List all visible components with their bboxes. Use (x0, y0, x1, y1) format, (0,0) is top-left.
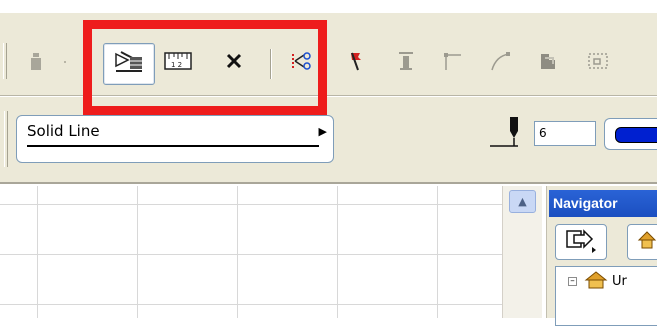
tree-collapse-toggle[interactable]: – (568, 277, 577, 286)
toolbar-grip[interactable] (4, 111, 8, 167)
cross-marker-icon (224, 51, 244, 75)
line-type-label: Solid Line (27, 122, 100, 140)
house-icon (636, 229, 657, 255)
toolbar-separator (270, 49, 272, 79)
vertical-scrollbar[interactable]: ▲ (502, 186, 542, 318)
line-type-dropdown[interactable]: Solid Line ▶ (16, 115, 334, 163)
dimension-tool-button[interactable]: 1 2 (160, 45, 196, 81)
navigator-project-button[interactable] (627, 224, 657, 260)
top-strip (0, 0, 657, 12)
fill-object-button[interactable] (530, 45, 566, 81)
chevron-up-icon: ▲ (518, 195, 527, 208)
flag-pen-button[interactable] (338, 45, 374, 81)
pen-icon (490, 117, 530, 154)
dimension-ruler-icon: 1 2 (163, 50, 193, 76)
hatch-tool-button[interactable] (103, 43, 155, 85)
marquee-select-button[interactable] (580, 45, 616, 81)
figure-tool-icon (26, 50, 46, 76)
navigator-tree: – Ur (555, 266, 657, 326)
tool-toolbar: 1 2 (0, 12, 657, 96)
elevation-tool-button[interactable] (388, 45, 424, 81)
elevation-marker-icon (396, 50, 416, 76)
scroll-up-button[interactable]: ▲ (509, 190, 536, 213)
arc-line-button[interactable] (482, 45, 518, 81)
svg-text:1 2: 1 2 (171, 61, 182, 69)
hotspot-tool-button[interactable] (216, 45, 252, 81)
dropdown-arrow-icon: ▶ (318, 125, 327, 138)
tree-house-icon (584, 270, 608, 294)
export-arrow-icon (564, 227, 598, 257)
pen-number-input[interactable]: 6 (534, 121, 596, 146)
dot-divider (64, 61, 66, 63)
pen-weight-indicator (490, 116, 530, 150)
navigator-export-button[interactable] (555, 224, 607, 260)
corner-line-button[interactable] (434, 45, 470, 81)
split-tool-button[interactable] (284, 45, 320, 81)
arc-line-icon (488, 50, 512, 76)
line-type-preview (27, 145, 319, 147)
tree-item-label[interactable]: Ur (612, 274, 627, 289)
split-scissors-icon (290, 51, 314, 75)
fill-object-icon (537, 50, 559, 76)
marquee-select-icon (586, 50, 610, 76)
navigator-title: Navigator (549, 190, 657, 217)
pen-color-fill (615, 127, 657, 143)
drawing-canvas[interactable] (0, 186, 502, 318)
hatch-arrow-icon (112, 49, 146, 79)
figure-tool-button[interactable] (18, 45, 54, 81)
corner-line-icon (441, 50, 463, 76)
navigator-palette: Navigator – Ur (546, 186, 657, 326)
pen-color-swatch[interactable] (604, 118, 657, 150)
flag-pen-icon (346, 50, 366, 76)
toolbar-grip[interactable] (3, 43, 7, 79)
